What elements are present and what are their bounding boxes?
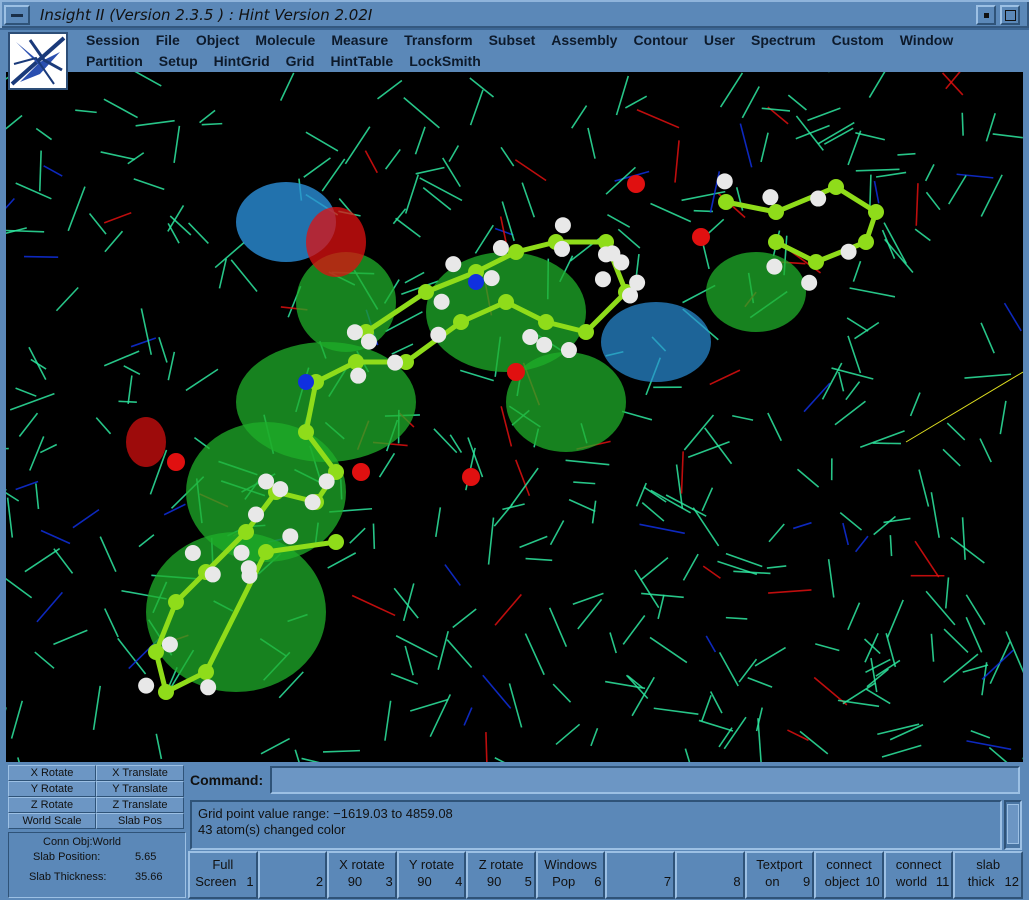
slab-pos-button[interactable]: Slab Pos bbox=[96, 813, 184, 829]
menu-bar-secondary: Partition Setup HintGrid Grid HintTable LockS… bbox=[86, 53, 497, 69]
menu-user[interactable]: User bbox=[704, 32, 735, 48]
function-key-number: 7 bbox=[663, 874, 672, 889]
function-key-number: 11 bbox=[935, 874, 950, 889]
menu-partition[interactable]: Partition bbox=[86, 53, 143, 69]
function-key-number: 3 bbox=[385, 874, 393, 889]
output-scrollbar[interactable] bbox=[1004, 800, 1022, 850]
scrollbar-thumb[interactable] bbox=[1007, 804, 1019, 844]
function-key-label: slab bbox=[976, 857, 1001, 872]
molecule-graphics-viewport[interactable] bbox=[6, 72, 1023, 762]
menu-grid[interactable]: Grid bbox=[286, 53, 315, 69]
function-key-10[interactable]: connect object 10 bbox=[814, 851, 884, 899]
menu-contour[interactable]: Contour bbox=[633, 32, 687, 48]
output-line: 43 atom(s) changed color bbox=[198, 822, 346, 837]
function-key-number: 1 bbox=[246, 874, 254, 889]
menu-custom[interactable]: Custom bbox=[832, 32, 884, 48]
world-scale-button[interactable]: World Scale bbox=[8, 813, 96, 829]
menu-file[interactable]: File bbox=[156, 32, 180, 48]
function-key-8[interactable]: 8 bbox=[675, 851, 745, 899]
function-key-number: 9 bbox=[802, 874, 811, 889]
function-key-bar: Full Screen 1 2 X rotate 90 3 Y rotate 90 4 Z rota… bbox=[188, 851, 1023, 899]
function-key-12[interactable]: slab thick 12 bbox=[953, 851, 1023, 899]
molecule-scene bbox=[6, 72, 1023, 762]
x-rotate-button[interactable]: X Rotate bbox=[8, 765, 96, 781]
menu-transform[interactable]: Transform bbox=[404, 32, 472, 48]
menu-area: Session File Object Molecule Measure Transfor… bbox=[0, 30, 1029, 90]
slab-position-value: 5.65 bbox=[135, 851, 157, 863]
function-key-label: 90 bbox=[486, 874, 502, 889]
function-key-7[interactable]: 7 bbox=[605, 851, 676, 899]
menu-window[interactable]: Window bbox=[900, 32, 954, 48]
title-bar: Insight II (Version 2.3.5 ) : Hint Versi… bbox=[0, 0, 1029, 30]
window-title: Insight II (Version 2.3.5 ) : Hint Versi… bbox=[40, 6, 373, 24]
conn-obj-label: Conn Obj:World bbox=[43, 836, 122, 848]
function-key-3[interactable]: X rotate 90 3 bbox=[327, 851, 397, 899]
function-key-label: Pop bbox=[552, 874, 576, 889]
command-input[interactable] bbox=[270, 766, 1020, 794]
function-key-number: 10 bbox=[865, 874, 880, 889]
menu-assembly[interactable]: Assembly bbox=[551, 32, 617, 48]
function-key-1[interactable]: Full Screen 1 bbox=[188, 851, 258, 899]
slab-position-label: Slab Position: bbox=[33, 851, 101, 863]
window-menu-button[interactable] bbox=[4, 5, 30, 25]
function-key-number: 8 bbox=[733, 874, 741, 889]
y-translate-button[interactable]: Y Translate bbox=[96, 781, 184, 797]
bottom-panel: X Rotate X Translate Y Rotate Y Translate Z … bbox=[0, 762, 1029, 900]
y-rotate-button[interactable]: Y Rotate bbox=[8, 781, 96, 797]
function-key-number: 5 bbox=[524, 874, 532, 889]
function-key-label: object bbox=[824, 874, 860, 889]
output-textport: Grid point value range: −1619.03 to 4859… bbox=[190, 800, 1002, 850]
maximize-button[interactable] bbox=[1000, 5, 1020, 25]
function-key-number: 2 bbox=[315, 874, 324, 889]
insight-logo-icon bbox=[8, 32, 68, 90]
function-key-label: X rotate bbox=[339, 857, 385, 872]
slab-thickness-label: Slab Thickness: bbox=[29, 871, 107, 883]
function-key-label: 90 bbox=[347, 874, 363, 889]
function-key-2[interactable]: 2 bbox=[257, 851, 328, 899]
function-key-number: 6 bbox=[594, 874, 602, 889]
function-key-label: Y rotate bbox=[408, 857, 455, 872]
menu-object[interactable]: Object bbox=[196, 32, 240, 48]
output-line: Grid point value range: −1619.03 to 4859… bbox=[198, 806, 453, 821]
z-translate-button[interactable]: Z Translate bbox=[96, 797, 184, 813]
function-key-label: Screen bbox=[195, 874, 237, 889]
menu-measure[interactable]: Measure bbox=[331, 32, 388, 48]
function-key-label: Full bbox=[212, 857, 234, 872]
function-key-label: Textport bbox=[756, 857, 803, 872]
info-panel: Conn Obj:World Slab Position: 5.65 Slab … bbox=[8, 832, 186, 898]
function-key-number: 4 bbox=[455, 874, 463, 889]
function-key-label: Z rotate bbox=[478, 857, 524, 872]
menu-hintgrid[interactable]: HintGrid bbox=[214, 53, 270, 69]
menu-spectrum[interactable]: Spectrum bbox=[751, 32, 816, 48]
function-key-label: thick bbox=[967, 874, 995, 889]
command-label: Command: bbox=[190, 772, 264, 788]
function-key-label: world bbox=[896, 874, 928, 889]
function-key-number: 12 bbox=[1004, 874, 1019, 889]
menu-subset[interactable]: Subset bbox=[489, 32, 536, 48]
minimize-button[interactable] bbox=[976, 5, 996, 25]
function-key-label: connect bbox=[895, 857, 942, 872]
menu-hinttable[interactable]: HintTable bbox=[330, 53, 393, 69]
function-key-label: 90 bbox=[417, 874, 432, 889]
function-key-label: connect bbox=[826, 857, 872, 872]
function-key-11[interactable]: connect world 11 bbox=[883, 851, 954, 899]
menu-session[interactable]: Session bbox=[86, 32, 140, 48]
function-key-label: on bbox=[765, 874, 780, 889]
function-key-label: Windows bbox=[544, 857, 598, 872]
function-key-5[interactable]: Z rotate 90 5 bbox=[466, 851, 536, 899]
menu-locksmith[interactable]: LockSmith bbox=[409, 53, 481, 69]
menu-molecule[interactable]: Molecule bbox=[255, 32, 315, 48]
menu-bar-primary: Session File Object Molecule Measure Transfor… bbox=[86, 32, 969, 48]
z-rotate-button[interactable]: Z Rotate bbox=[8, 797, 96, 813]
function-key-9[interactable]: Textport on 9 bbox=[744, 851, 815, 899]
menu-setup[interactable]: Setup bbox=[159, 53, 198, 69]
function-key-6[interactable]: Windows Pop 6 bbox=[535, 851, 606, 899]
dial-controls: X Rotate X Translate Y Rotate Y Translate Z … bbox=[8, 765, 186, 831]
slab-thickness-value: 35.66 bbox=[135, 871, 163, 883]
function-key-4[interactable]: Y rotate 90 4 bbox=[396, 851, 467, 899]
x-translate-button[interactable]: X Translate bbox=[96, 765, 184, 781]
